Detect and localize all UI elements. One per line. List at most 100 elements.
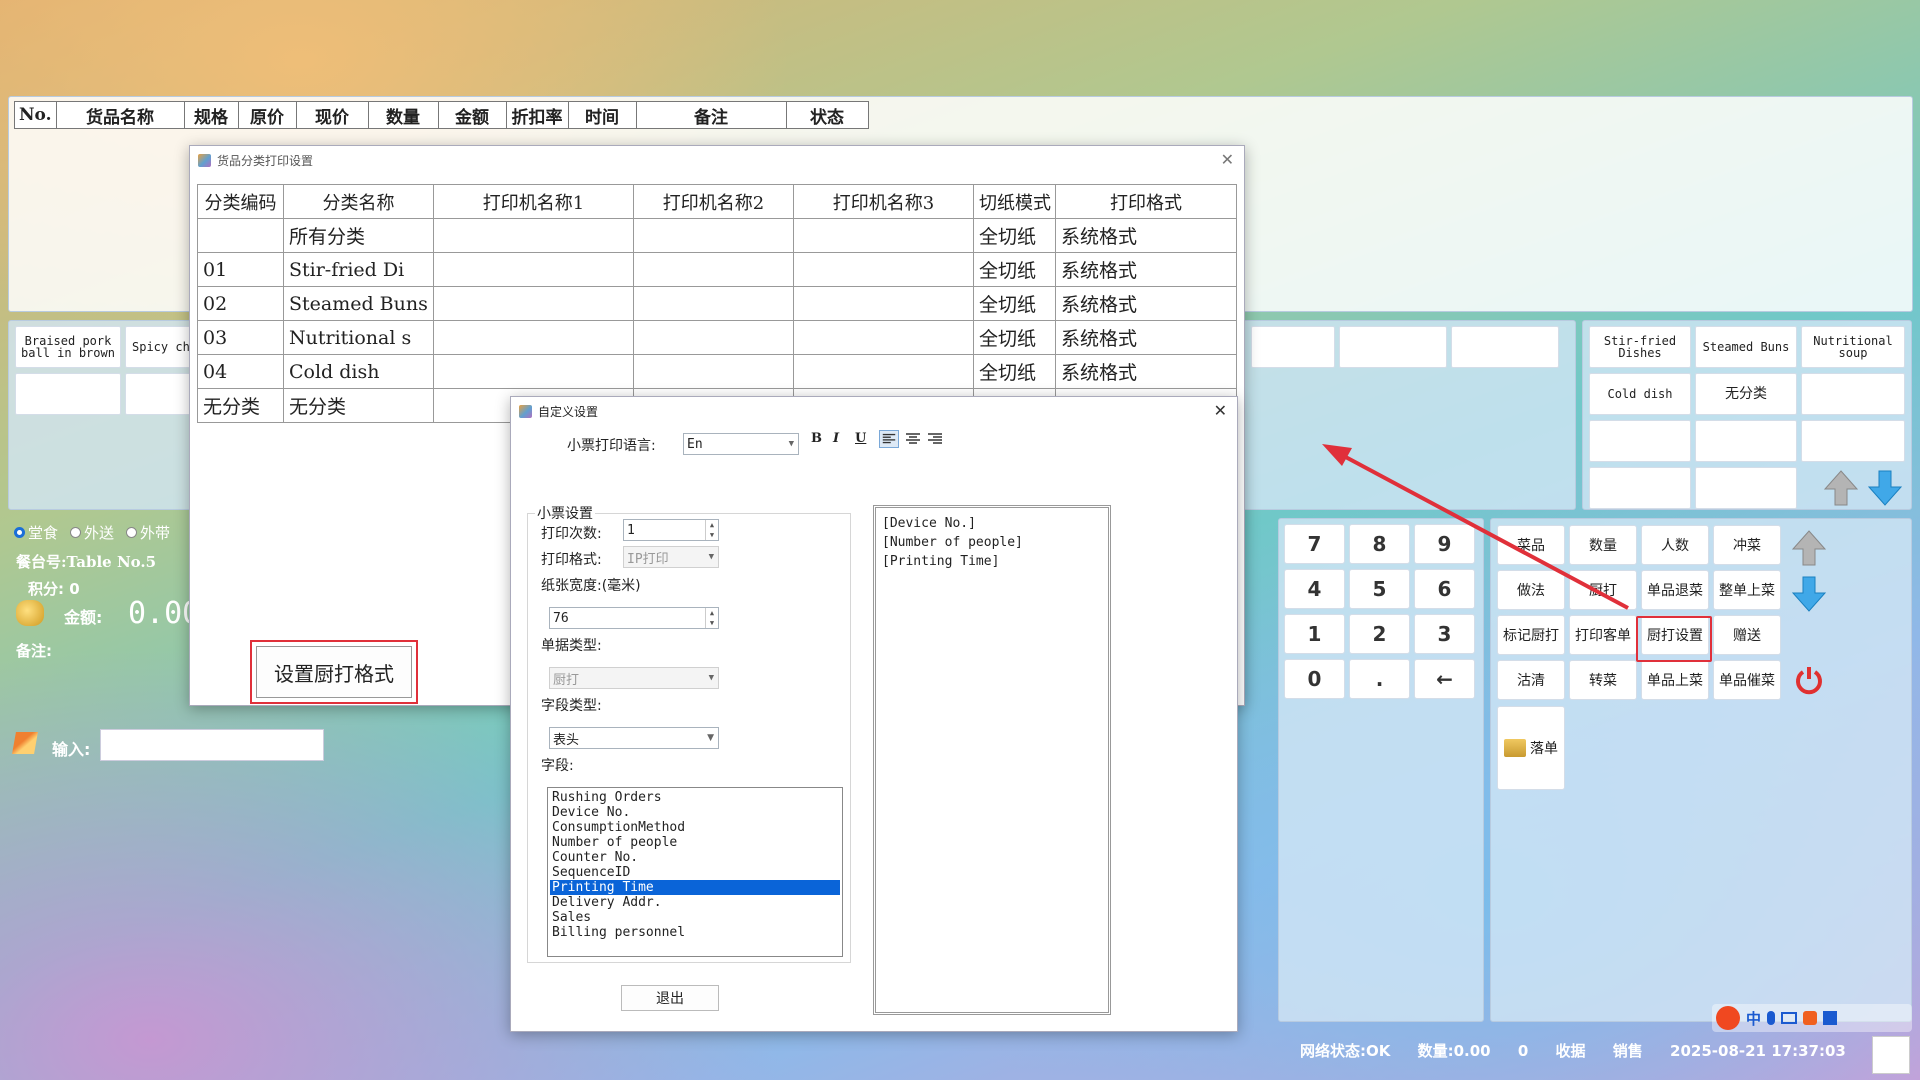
function-button[interactable]: 转菜 [1569,660,1637,700]
field-type-select[interactable]: 表头 ▼ [549,727,719,749]
cell-format[interactable]: 系统格式 [1055,252,1237,287]
spinner-icon[interactable]: ▲ ▼ [705,608,718,628]
cell-printer[interactable] [793,286,974,321]
category-cold-dish[interactable]: Cold dish [1589,373,1691,415]
arrow-down-icon[interactable] [1867,469,1903,507]
cell-cut[interactable]: 全切纸 [973,354,1056,389]
cell-printer[interactable] [433,320,634,355]
cell-cut[interactable]: 全切纸 [973,286,1056,321]
table-row[interactable]: 02 Steamed Buns 全切纸 系统格式 [197,286,1237,321]
cell-code[interactable]: 03 [197,320,284,355]
keypad-key[interactable]: 4 [1284,569,1345,609]
cell-printer[interactable] [433,252,634,287]
item-tile-empty[interactable] [1339,326,1447,368]
cell-printer[interactable] [633,218,794,253]
cell-printer[interactable] [793,218,974,253]
keypad-key[interactable]: 5 [1349,569,1410,609]
cell-printer[interactable] [633,320,794,355]
keypad-key[interactable]: 3 [1414,614,1475,654]
category-empty[interactable] [1589,420,1691,462]
cell-format[interactable]: 系统格式 [1055,320,1237,355]
cell-name[interactable]: Nutritional s [283,320,434,355]
doc-type-select[interactable]: 厨打 ▼ [549,667,719,689]
arrow-up-icon[interactable] [1791,529,1827,567]
template-preview-editor[interactable]: [Device No.] [Number of people] [Printing … [873,505,1111,1015]
power-icon[interactable] [1794,665,1824,695]
category-empty[interactable] [1801,420,1905,462]
cell-cut[interactable]: 全切纸 [973,218,1056,253]
cell-format[interactable]: 系统格式 [1055,218,1237,253]
taskbar-corner-icon[interactable] [1872,1036,1910,1074]
arrow-down-icon[interactable] [1791,575,1827,613]
category-no-category[interactable]: 无分类 [1695,373,1797,415]
function-button[interactable]: 打印客单 [1569,615,1637,655]
item-tile-empty[interactable] [15,373,121,415]
print-format-select[interactable]: IP打印 ▼ [623,546,719,568]
item-tile-0[interactable]: Braised pork ball in brown [15,326,121,368]
align-center-icon[interactable] [903,430,923,448]
align-right-icon[interactable] [925,430,945,448]
spinner-icon[interactable]: ▲ ▼ [705,520,718,540]
function-button[interactable]: 人数 [1641,525,1709,565]
function-button[interactable]: 单品催菜 [1713,660,1781,700]
category-empty[interactable] [1801,373,1905,415]
exit-button[interactable]: 退出 [621,985,719,1011]
close-icon[interactable]: ✕ [1214,401,1227,420]
keypad-key[interactable]: ← [1414,659,1475,699]
command-input[interactable] [100,729,324,761]
list-item[interactable]: Delivery Addr. [550,895,840,910]
ime-toolbar[interactable]: 中 [1712,1004,1912,1032]
category-steamed-buns[interactable]: Steamed Buns [1695,326,1797,368]
align-left-icon[interactable] [879,430,899,448]
list-item[interactable]: Counter No. [550,850,840,865]
cell-name[interactable]: Stir-fried Di [283,252,434,287]
category-stir-fried[interactable]: Stir-fried Dishes [1589,326,1691,368]
list-item[interactable]: Billing personnel [550,925,840,940]
function-button[interactable]: 数量 [1569,525,1637,565]
list-item[interactable]: Number of people [550,835,840,850]
keypad-key[interactable]: 0 [1284,659,1345,699]
item-tile-empty[interactable] [1251,326,1335,368]
category-nutritional-soup[interactable]: Nutritional soup [1801,326,1905,368]
radio-delivery[interactable]: 外送 [70,522,114,543]
keypad-key[interactable]: 1 [1284,614,1345,654]
radio-dine-in[interactable]: 堂食 [14,522,58,543]
function-button[interactable]: 做法 [1497,570,1565,610]
category-empty[interactable] [1589,467,1691,509]
cell-code[interactable] [197,218,284,253]
cell-printer[interactable] [633,354,794,389]
cell-printer[interactable] [633,252,794,287]
cell-printer[interactable] [793,354,974,389]
keypad-key[interactable]: 6 [1414,569,1475,609]
cell-printer[interactable] [433,354,634,389]
cell-printer[interactable] [433,218,634,253]
list-item[interactable]: SequenceID [550,865,840,880]
cell-printer[interactable] [793,320,974,355]
function-button[interactable]: 菜品 [1497,525,1565,565]
set-kitchen-format-button[interactable]: 设置厨打格式 [256,646,412,698]
item-tile-empty[interactable] [1451,326,1559,368]
list-item[interactable]: Rushing Orders [550,790,840,805]
cell-code[interactable]: 02 [197,286,284,321]
function-button[interactable]: 单品上菜 [1641,660,1709,700]
table-row[interactable]: 03 Nutritional s 全切纸 系统格式 [197,320,1237,355]
category-empty[interactable] [1695,467,1797,509]
list-item[interactable]: Printing Time [550,880,840,895]
radio-takeaway[interactable]: 外带 [126,522,170,543]
list-item[interactable]: Sales [550,910,840,925]
table-row[interactable]: 所有分类 全切纸 系统格式 [197,218,1237,253]
function-button[interactable]: 标记厨打 [1497,615,1565,655]
luodan-button[interactable]: 落单 [1497,706,1565,790]
cell-name[interactable]: Steamed Buns [283,286,434,321]
keypad-key[interactable]: . [1349,659,1410,699]
print-count-stepper[interactable]: 1 ▲ ▼ [623,519,719,541]
keypad-key[interactable]: 9 [1414,524,1475,564]
list-item[interactable]: Device No. [550,805,840,820]
keypad-key[interactable]: 7 [1284,524,1345,564]
fields-listbox[interactable]: Rushing Orders Device No. ConsumptionMetho… [547,787,843,957]
cell-printer[interactable] [433,286,634,321]
table-row[interactable]: 04 Cold dish 全切纸 系统格式 [197,354,1237,389]
cell-format[interactable]: 系统格式 [1055,286,1237,321]
table-row[interactable]: 01 Stir-fried Di 全切纸 系统格式 [197,252,1237,287]
function-button[interactable]: 厨打 [1569,570,1637,610]
